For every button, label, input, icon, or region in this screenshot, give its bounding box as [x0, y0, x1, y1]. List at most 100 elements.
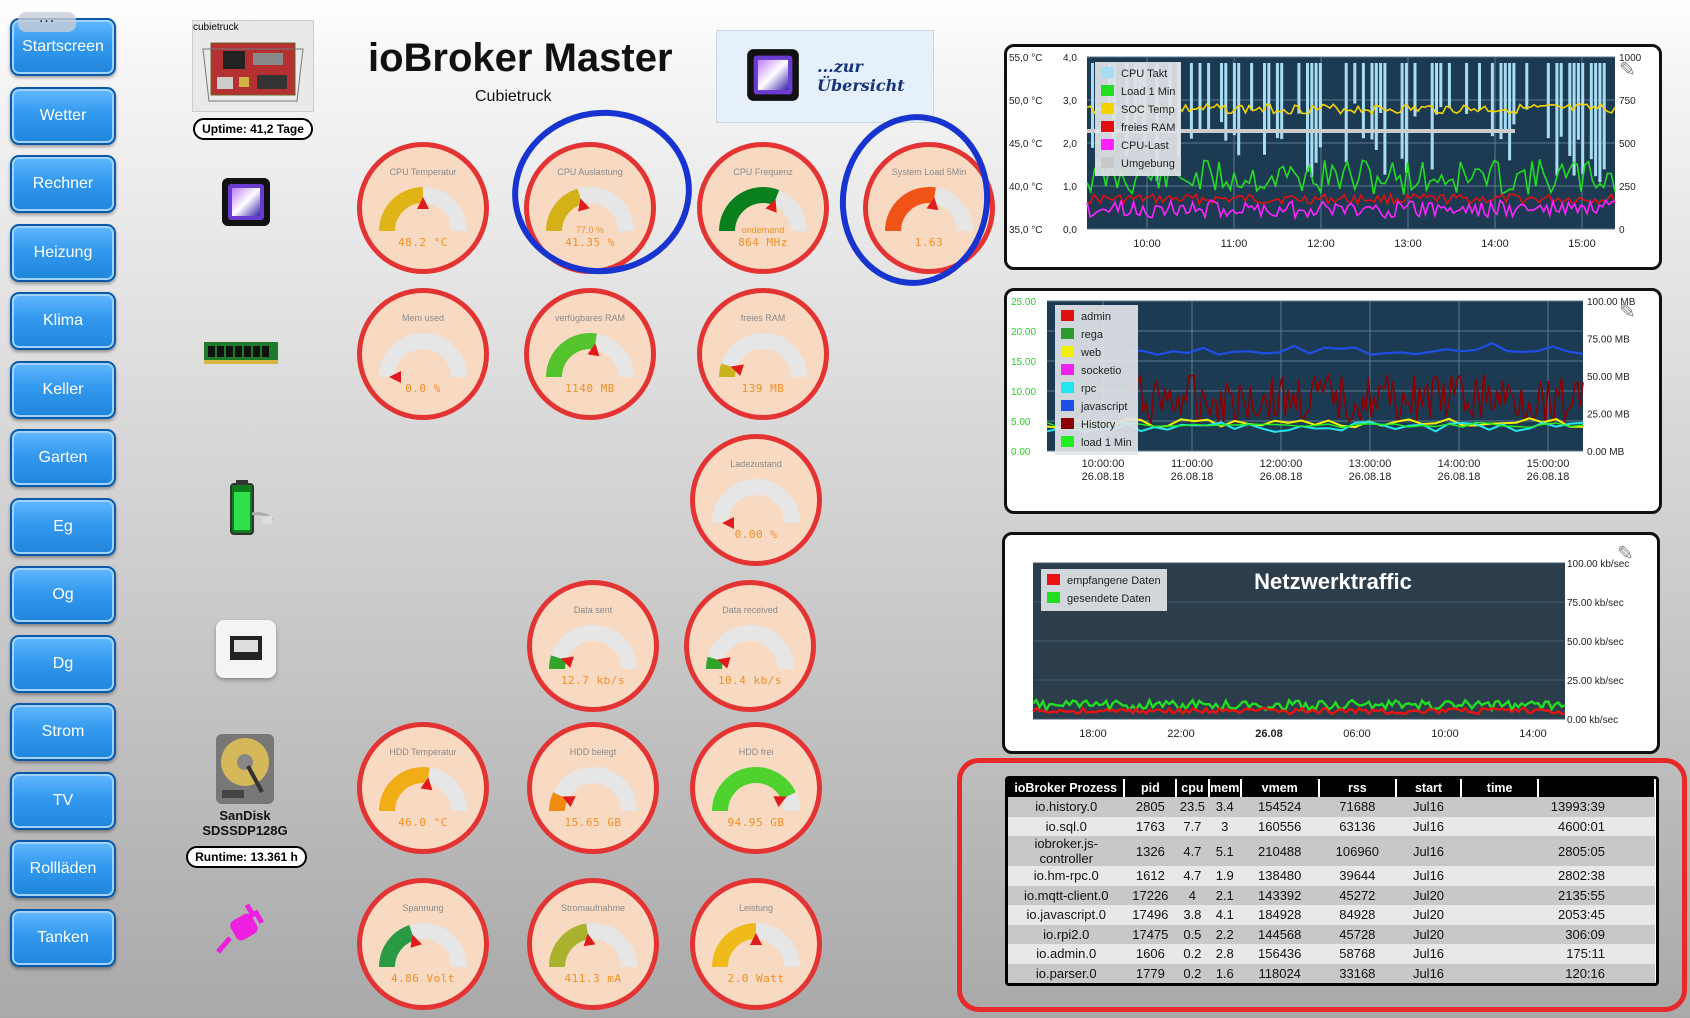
overview-link[interactable]: ...zur Übersicht [716, 30, 934, 123]
series-bar [1430, 63, 1434, 170]
column-header: ioBroker Prozess [1008, 779, 1126, 797]
gauge-dial [712, 767, 800, 812]
series-bar [1447, 63, 1451, 109]
table-cell: 0.2 [1176, 944, 1209, 964]
series-bar [1435, 63, 1438, 115]
gauge-dial [379, 187, 467, 232]
gauge-cpu-frequenz: CPU Frequenz ondemand 864 MHz [697, 142, 829, 274]
axis-tick-label: 0 [1619, 225, 1625, 236]
gauge-label: HDD frei [738, 747, 774, 757]
table-cell: Jul16 [1396, 836, 1461, 866]
page-subtitle: Cubietruck [475, 88, 552, 105]
gauge-dial [549, 767, 637, 812]
axis-tick-label: 55,0 °C [1009, 53, 1042, 64]
table-cell: 63136 [1318, 816, 1397, 836]
table-cell: 17496 [1124, 905, 1177, 925]
axis-tick-label: 13:00:00 [1349, 458, 1392, 470]
ram-module-icon [204, 338, 278, 371]
nav-button-wetter[interactable]: Wetter [10, 86, 116, 145]
nav-button-klima[interactable]: Klima [10, 292, 116, 350]
gauge-track [379, 333, 467, 378]
column-header: start [1396, 779, 1462, 797]
table-cell: io.javascript.0 [1008, 905, 1125, 925]
edit-pencil-icon[interactable]: ✎ [1617, 541, 1634, 566]
gauge-dial [379, 923, 467, 968]
table-cell: 3.4 [1208, 797, 1241, 817]
axis-tick-label: 26.08.18 [1171, 471, 1214, 483]
gauge-value: 46.0 °C [398, 816, 448, 829]
table-cell: 1.9 [1208, 866, 1241, 886]
gauge-fill [712, 923, 757, 968]
menu-dots-button[interactable]: ... [18, 10, 76, 32]
legend-swatch [1061, 364, 1074, 375]
gauge-fill [719, 363, 737, 378]
nav-button-rechner[interactable]: Rechner [10, 155, 116, 213]
axis-tick-label: 45,0 °C [1009, 139, 1042, 150]
axis-tick-label: 2,0 [1063, 139, 1077, 150]
legend-swatch [1101, 85, 1114, 96]
legend-item: empfangene Daten [1047, 572, 1161, 590]
table-cell: 2.1 [1208, 885, 1241, 905]
axis-tick-label: 26.08.18 [1349, 471, 1392, 483]
column-header: time [1460, 779, 1540, 797]
chart-legend: admin rega web socketio rpc javascript History… [1055, 305, 1138, 455]
table-cell: 4600:01 [1460, 816, 1655, 836]
table-cell: 0.2 [1176, 963, 1209, 983]
nav-button-eg[interactable]: Eg [10, 497, 116, 556]
axis-tick-label: 0.00 kb/sec [1567, 715, 1618, 726]
gauge-fill [549, 655, 567, 670]
gauge-fill [379, 925, 415, 968]
nav-button-og[interactable]: Og [10, 566, 116, 624]
series-bar [1306, 63, 1309, 172]
axis-tick-label: 15:00:00 [1527, 458, 1570, 470]
axis-tick-label: 12:00 [1307, 238, 1335, 250]
column-header: rss [1318, 779, 1398, 797]
axis-tick-label: 14:00:00 [1438, 458, 1481, 470]
axis-tick-label: 50,0 °C [1009, 96, 1042, 107]
table-cell: 17475 [1124, 924, 1177, 944]
axis-tick-label: 25.00 MB [1587, 410, 1630, 421]
gauge-verf-gbares-ram: verfügbares RAM 1140 MB [524, 288, 656, 420]
legend-label: empfangene Daten [1067, 575, 1161, 587]
table-cell: Jul16 [1396, 866, 1461, 886]
nav-button-dg[interactable]: Dg [10, 634, 116, 693]
legend-item: History [1061, 416, 1132, 434]
table-cell: 143392 [1240, 885, 1319, 905]
series-bar [1189, 63, 1193, 139]
nav-button-tv[interactable]: TV [10, 771, 116, 830]
gauge-value: 0.0 % [405, 382, 441, 395]
axis-tick-label: 50.00 MB [1587, 372, 1630, 383]
gauge-fill [379, 187, 424, 232]
nav-button-strom[interactable]: Strom [10, 703, 116, 761]
nav-button-tanken[interactable]: Tanken [10, 908, 116, 967]
axis-tick-label: 1,0 [1063, 182, 1077, 193]
table-row: io.history.0 2805 23.5 3.4 154524 71688 Jul16 1… [1008, 797, 1655, 817]
legend-swatch [1047, 574, 1060, 585]
battery-charging-icon [228, 478, 278, 543]
nav-button-heizung[interactable]: Heizung [10, 223, 116, 282]
gauge-value: 12.7 kb/s [560, 674, 626, 687]
network-traffic-chart-panel: 100.00 kb/sec 75.00 kb/sec 50.00 kb/sec 25.… [1002, 532, 1660, 754]
gauge-label: HDD Temperatur [389, 747, 457, 757]
edit-pencil-icon[interactable]: ✎ [1619, 57, 1636, 82]
table-cell: 58768 [1318, 944, 1397, 964]
legend-label: Umgebung [1121, 158, 1175, 170]
gauge-value: 15.65 GB [564, 816, 622, 829]
legend-label: web [1081, 347, 1102, 359]
legend-swatch [1101, 139, 1114, 150]
gauge-label: HDD belegt [569, 747, 617, 757]
table-cell: 175:11 [1460, 944, 1655, 964]
nav-button-garten[interactable]: Garten [10, 429, 116, 487]
process-memory-chart-panel: 25.00 20.00 15.00 10.00 5.00 0.00 100.00 MB 75.… [1004, 288, 1662, 514]
table-cell: 2053:45 [1460, 905, 1655, 925]
legend-label: javascript [1081, 401, 1128, 413]
table-cell: 1.6 [1208, 963, 1241, 983]
nav-button-keller[interactable]: Keller [10, 360, 116, 419]
table-cell: 2135:55 [1460, 885, 1655, 905]
edit-pencil-icon[interactable]: ✎ [1619, 299, 1636, 324]
nav-button-rolll-den[interactable]: Rollläden [10, 840, 116, 898]
series-bar [1220, 63, 1223, 123]
axis-tick-label: 10:00 [1133, 238, 1161, 250]
table-cell: 1612 [1124, 866, 1177, 886]
axis-tick-label: 750 [1619, 96, 1636, 107]
